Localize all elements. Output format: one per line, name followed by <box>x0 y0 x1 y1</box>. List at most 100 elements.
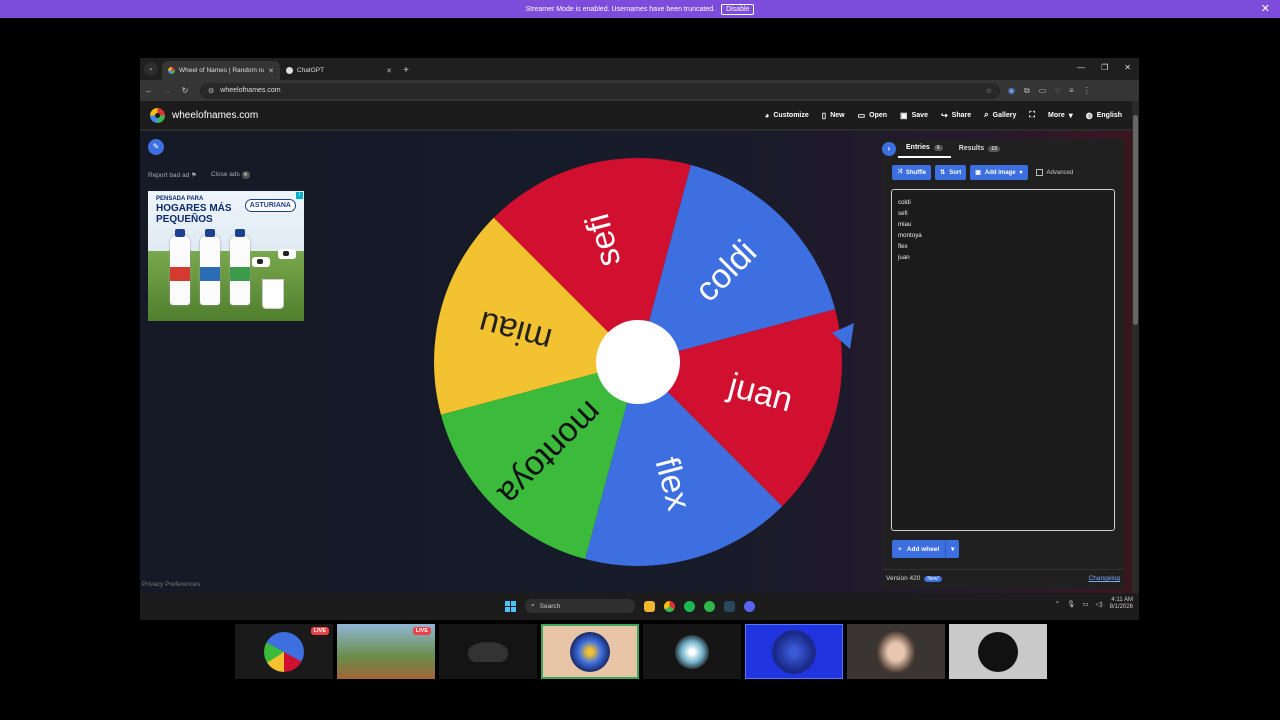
save-button[interactable]: ▣ Save <box>900 111 928 120</box>
close-window-icon[interactable]: ✕ <box>1124 63 1131 72</box>
ad-headline-big: HOGARES MÁS PEQUEÑOS <box>156 202 232 225</box>
favicon-icon <box>168 67 175 74</box>
wheel-svg[interactable]: coldisefimiaumontoya flexjuan <box>432 156 844 568</box>
entry-line: flex <box>898 243 908 250</box>
more-button[interactable]: More ▾ <box>1048 111 1073 120</box>
disable-streamer-mode-button[interactable]: Disable <box>721 3 755 15</box>
privacy-preferences-link[interactable]: Privacy Preferences <box>142 581 200 588</box>
logo-text[interactable]: wheelofnames.com <box>172 110 258 121</box>
tab-search-icon[interactable]: ⌄ <box>144 62 158 76</box>
cast-icon[interactable]: ▭ <box>1039 86 1047 96</box>
participant-tile-speaking[interactable] <box>541 624 639 679</box>
reload-icon[interactable]: ↻ <box>176 86 194 95</box>
site-info-icon[interactable]: ⚙ <box>208 87 214 95</box>
chevron-up-icon[interactable]: ⌃ <box>1055 600 1060 608</box>
taskbar-search[interactable]: ⌕ Search <box>525 599 635 613</box>
favicon-icon <box>286 67 293 74</box>
audio-icon[interactable]: ◉ <box>1008 86 1015 96</box>
logo-icon[interactable] <box>150 107 165 123</box>
windows-start-icon[interactable] <box>505 600 516 612</box>
media-icon[interactable]: ≡ <box>1069 86 1074 96</box>
taskbar-clock[interactable]: 4:11 AM 8/1/2026 <box>1110 597 1133 611</box>
open-button[interactable]: ▭ Open <box>858 111 887 120</box>
shuffle-button[interactable]: ⤨ Shuffle <box>892 165 932 180</box>
customize-button[interactable]: ◕ Customize <box>765 111 809 120</box>
participant-tile[interactable] <box>745 624 843 679</box>
add-wheel-dropdown-icon[interactable]: ▾ <box>945 540 960 558</box>
clock-date: 8/1/2026 <box>1109 604 1133 611</box>
close-tab-icon[interactable]: ✕ <box>268 67 274 75</box>
fullscreen-button[interactable]: ⛶ <box>1029 110 1035 120</box>
network-icon[interactable]: ▭ <box>1082 600 1088 608</box>
close-icon[interactable]: ✕ <box>1261 2 1270 15</box>
file-explorer-icon[interactable] <box>644 600 655 612</box>
add-wheel-button[interactable]: + Add wheel <box>892 540 946 558</box>
avatar <box>468 641 508 662</box>
url-text: wheelofnames.com <box>220 87 281 94</box>
share-button[interactable]: ↪ Share <box>941 111 971 120</box>
steam-icon[interactable] <box>724 600 735 612</box>
collapse-sidebar-icon[interactable]: › <box>882 141 896 156</box>
maximize-icon[interactable]: ❐ <box>1101 63 1108 72</box>
spin-wheel[interactable]: coldi sefi miau montoya flex juan <box>432 156 844 568</box>
address-bar[interactable]: ⚙ wheelofnames.com ☆ <box>200 82 1000 99</box>
menu-label: Open <box>869 111 888 119</box>
changelog-link[interactable]: Changelog <box>1089 575 1120 582</box>
minimize-icon[interactable]: — <box>1077 63 1085 72</box>
profile-icon[interactable]: ◌ <box>1055 86 1060 96</box>
menu-label: Customize <box>773 111 809 119</box>
globe-icon: ◍ <box>1085 110 1093 120</box>
participant-tile[interactable] <box>949 624 1047 679</box>
avatar <box>675 634 709 669</box>
participant-tile[interactable] <box>643 624 741 679</box>
volume-icon[interactable]: ◁) <box>1095 600 1102 608</box>
checkbox-box[interactable] <box>1035 169 1043 176</box>
tab-results[interactable]: Results 15 <box>951 139 1008 158</box>
image-icon: ▣ <box>975 170 981 176</box>
scrollbar-thumb[interactable] <box>1133 115 1138 325</box>
advanced-checkbox[interactable]: Advanced <box>1035 165 1073 180</box>
entries-textarea[interactable]: coldi sefi miau montoya flex juan <box>891 189 1115 531</box>
new-tab-icon[interactable]: + <box>398 61 414 80</box>
ad-headline: PENSADA PARA HOGARES MÁS PEQUEÑOS <box>156 196 236 225</box>
participant-tile[interactable] <box>439 624 537 679</box>
page-scrollbar[interactable] <box>1132 101 1139 593</box>
ad-info-icon[interactable]: i <box>296 192 303 199</box>
discord-icon[interactable] <box>744 600 755 612</box>
chevron-down-icon: ▾ <box>1068 110 1073 120</box>
entry-line: juan <box>898 254 910 261</box>
chrome-icon[interactable] <box>664 600 675 612</box>
language-button[interactable]: ◍ English <box>1086 111 1122 120</box>
wheel-center-hub[interactable] <box>596 320 680 404</box>
tab-chatgpt[interactable]: ChatGPT ✕ <box>280 61 398 80</box>
window-controls: — ❐ ✕ <box>1077 63 1131 72</box>
flag-icon: ⚑ <box>191 172 197 179</box>
bookmark-star-icon[interactable]: ☆ <box>986 87 992 95</box>
sort-button[interactable]: ⇅ Sort <box>935 165 967 180</box>
add-image-button[interactable]: ▣ Add image ▾ <box>970 165 1028 180</box>
participant-tile[interactable]: LIVE <box>235 624 333 679</box>
participant-thumbnails: LIVE LIVE <box>235 624 1047 679</box>
extensions-icon[interactable]: ⧉ <box>1024 86 1030 96</box>
close-ads-link[interactable]: Close ads ✕ <box>211 171 250 179</box>
live-badge: LIVE <box>310 627 329 635</box>
participant-tile[interactable] <box>847 624 945 679</box>
entry-line: sefi <box>898 210 908 217</box>
back-icon[interactable]: ← <box>140 86 158 95</box>
forward-icon[interactable]: → <box>158 86 176 95</box>
xbox-icon[interactable] <box>704 600 715 612</box>
microphone-icon[interactable]: 🎙︎ <box>1067 600 1075 608</box>
close-tab-icon[interactable]: ✕ <box>386 67 392 75</box>
edit-icon[interactable]: ✎ <box>148 139 164 155</box>
new-button[interactable]: ▯ New <box>822 111 845 120</box>
spotify-icon[interactable] <box>684 600 695 612</box>
gallery-button[interactable]: ⌕ Gallery <box>984 110 1016 120</box>
advertisement[interactable]: PENSADA PARA HOGARES MÁS PEQUEÑOS ASTURI… <box>148 191 304 321</box>
participant-tile[interactable]: LIVE <box>337 624 435 679</box>
tab-wheel-of-names[interactable]: Wheel of Names | Random nam ✕ <box>162 61 280 80</box>
tab-entries[interactable]: Entries 6 <box>898 139 951 158</box>
menu-kebab-icon[interactable]: ⋮ <box>1083 86 1091 96</box>
report-bad-ad-link[interactable]: Report bad ad ⚑ <box>148 171 197 179</box>
cow-image <box>278 249 296 259</box>
save-icon: ▣ <box>900 110 908 120</box>
